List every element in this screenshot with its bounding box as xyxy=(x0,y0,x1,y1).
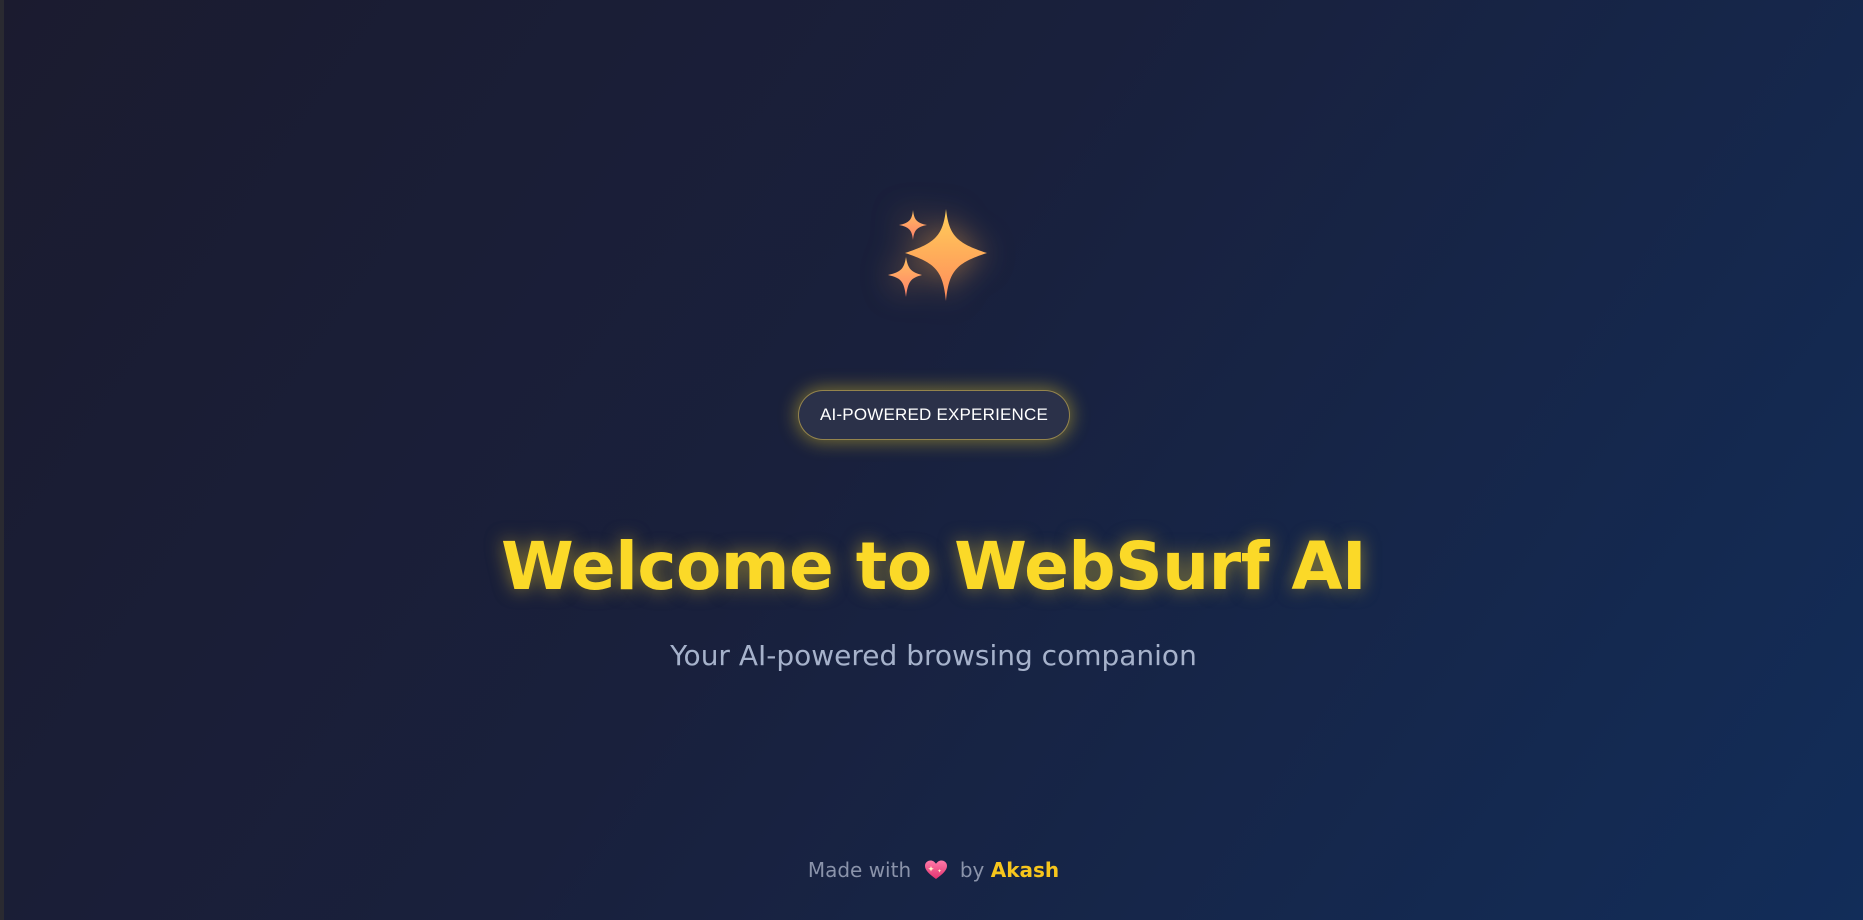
footer-author-name: Akash xyxy=(990,858,1060,882)
page-title: Welcome to WebSurf AI xyxy=(500,528,1367,605)
top-small-sparkle xyxy=(899,210,927,240)
footer-credit: Made with by Akash xyxy=(4,857,1863,883)
footer-made-with: Made with xyxy=(807,858,912,882)
badge-label: AI-POWERED EXPERIENCE xyxy=(819,405,1049,424)
page-subtitle: Your AI-powered browsing companion xyxy=(670,639,1197,672)
ai-powered-badge: AI-POWERED EXPERIENCE xyxy=(798,390,1070,440)
sparkling-heart-icon xyxy=(924,860,947,879)
bottom-small-sparkle xyxy=(888,257,922,297)
footer-by: by xyxy=(959,858,985,882)
sparkles-icon xyxy=(888,209,987,301)
welcome-screen: AI-POWERED EXPERIENCE Welcome to WebSurf… xyxy=(4,0,1863,920)
